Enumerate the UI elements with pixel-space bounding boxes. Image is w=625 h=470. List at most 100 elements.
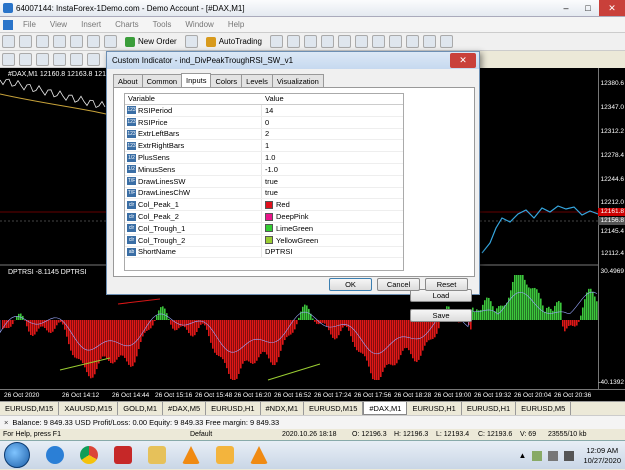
param-row[interactable]: clrCol_Peak_1Red [125, 199, 403, 211]
param-row[interactable]: 1/2MinusSens-1.0 [125, 164, 403, 176]
param-value-cell[interactable]: YellowGreen [262, 236, 403, 245]
tab-levels[interactable]: Levels [241, 74, 273, 87]
vertical-line-icon[interactable] [36, 53, 49, 66]
new-order-button[interactable]: New Order [122, 34, 180, 49]
param-value-cell[interactable]: true [262, 177, 403, 186]
param-value-cell[interactable]: 1.0 [262, 153, 403, 162]
taskbar-vlc-icon[interactable] [176, 443, 206, 467]
menu-view[interactable]: View [43, 20, 74, 29]
param-row[interactable]: abShortNameDPTRSI [125, 247, 403, 259]
tray-up-icon[interactable]: ▲ [519, 451, 527, 460]
maximize-button[interactable]: □ [577, 0, 599, 16]
param-row[interactable]: 123ExtrLeftBars2 [125, 129, 403, 141]
ok-button[interactable]: OK [329, 278, 372, 291]
chart-tab[interactable]: GOLD,M1 [118, 402, 163, 415]
bar-chart-icon[interactable] [270, 35, 283, 48]
zoom-in-icon[interactable] [321, 35, 334, 48]
periods-icon[interactable] [423, 35, 436, 48]
taskbar-vlc2-icon[interactable] [244, 443, 274, 467]
terminal-close-icon[interactable]: × [4, 418, 8, 427]
param-row[interactable]: clrCol_Trough_1LimeGreen [125, 223, 403, 235]
new-chart-icon[interactable] [2, 35, 15, 48]
tab-about[interactable]: About [113, 74, 143, 87]
tray-volume-icon[interactable] [564, 451, 574, 461]
chart-tab[interactable]: EURUSD,M5 [516, 402, 571, 415]
autoscroll-icon[interactable] [372, 35, 385, 48]
templates-icon[interactable] [440, 35, 453, 48]
param-row[interactable]: T/FDrawLinesChWtrue [125, 188, 403, 200]
chart-shift-icon[interactable] [389, 35, 402, 48]
indicators-icon[interactable] [406, 35, 419, 48]
menu-window[interactable]: Window [178, 20, 220, 29]
menu-insert[interactable]: Insert [74, 20, 108, 29]
minimize-button[interactable]: – [555, 0, 577, 16]
param-value-cell[interactable]: 2 [262, 129, 403, 138]
line-chart-icon[interactable] [304, 35, 317, 48]
param-value-cell[interactable]: 0 [262, 118, 403, 127]
taskbar-folder-icon[interactable] [142, 443, 172, 467]
taskbar-app-icon[interactable] [108, 443, 138, 467]
param-value-cell[interactable]: 1 [262, 141, 403, 150]
tile-icon[interactable] [355, 35, 368, 48]
candlestick-icon[interactable] [287, 35, 300, 48]
chart-tab[interactable]: EURUSD,M15 [0, 402, 59, 415]
profiles-icon[interactable] [19, 35, 32, 48]
chart-tab[interactable]: XAUUSD,M15 [59, 402, 118, 415]
param-value-cell[interactable]: 14 [262, 106, 403, 115]
tray-flag-icon[interactable] [532, 451, 542, 461]
menu-help[interactable]: Help [221, 20, 251, 29]
metaeditor-icon[interactable] [185, 35, 198, 48]
chart-tab[interactable]: EURUSD,H1 [462, 402, 516, 415]
dialog-close-button[interactable]: ✕ [450, 53, 476, 68]
chart-tab[interactable]: EURUSD,H1 [206, 402, 260, 415]
param-value-cell[interactable]: -1.0 [262, 165, 403, 174]
cancel-button[interactable]: Cancel [377, 278, 420, 291]
taskbar-ie-icon[interactable] [40, 443, 70, 467]
menu-file[interactable]: File [16, 20, 43, 29]
taskbar-clock[interactable]: 12:09 AM 10/27/2020 [583, 446, 621, 466]
param-value-cell[interactable]: DPTRSI [262, 247, 403, 256]
param-row[interactable]: clrCol_Peak_2DeepPink [125, 211, 403, 223]
tab-visualization[interactable]: Visualization [272, 74, 324, 87]
navigator-icon[interactable] [70, 35, 83, 48]
param-row[interactable]: clrCol_Trough_2YellowGreen [125, 235, 403, 247]
start-button[interactable] [4, 442, 30, 468]
terminal-icon[interactable] [87, 35, 100, 48]
reset-button[interactable]: Reset [425, 278, 468, 291]
param-value-cell[interactable]: DeepPink [262, 212, 403, 221]
close-button[interactable]: ✕ [599, 0, 625, 16]
zoom-out-icon[interactable] [338, 35, 351, 48]
data-window-icon[interactable] [53, 35, 66, 48]
param-row[interactable]: 123RSIPeriod14 [125, 105, 403, 117]
chart-tab[interactable]: EURUSD,M15 [304, 402, 363, 415]
param-value-cell[interactable]: Red [262, 200, 403, 209]
histogram-bar [116, 320, 118, 360]
tray-network-icon[interactable] [548, 451, 558, 461]
chart-tab[interactable]: #DAX,M5 [163, 402, 206, 415]
tester-icon[interactable] [104, 35, 117, 48]
chart-tab[interactable]: EURUSD,H1 [407, 402, 461, 415]
param-row[interactable]: 123ExtrRightBars1 [125, 140, 403, 152]
taskbar-chrome-icon[interactable] [74, 443, 104, 467]
param-row[interactable]: T/FDrawLinesSWtrue [125, 176, 403, 188]
autotrading-button[interactable]: AutoTrading [203, 34, 265, 49]
tab-common[interactable]: Common [142, 74, 182, 87]
market-watch-icon[interactable] [36, 35, 49, 48]
menu-charts[interactable]: Charts [108, 20, 146, 29]
param-value-cell[interactable]: true [262, 188, 403, 197]
taskbar-metatrader-icon[interactable] [210, 443, 240, 467]
channel-icon[interactable] [87, 53, 100, 66]
tab-colors[interactable]: Colors [210, 74, 242, 87]
param-value-cell[interactable]: LimeGreen [262, 224, 403, 233]
chart-tab[interactable]: #NDX,M1 [261, 402, 305, 415]
tab-inputs[interactable]: Inputs [181, 73, 211, 87]
trendline-icon[interactable] [70, 53, 83, 66]
menu-tools[interactable]: Tools [146, 20, 179, 29]
param-row[interactable]: 123RSIPrice0 [125, 117, 403, 129]
param-row[interactable]: 1/2PlusSens1.0 [125, 152, 403, 164]
chart-tab[interactable]: #DAX,M1 [363, 402, 407, 415]
horizontal-line-icon[interactable] [53, 53, 66, 66]
save-button[interactable]: Save [410, 309, 472, 322]
cursor-icon[interactable] [2, 53, 15, 66]
crosshair-icon[interactable] [19, 53, 32, 66]
